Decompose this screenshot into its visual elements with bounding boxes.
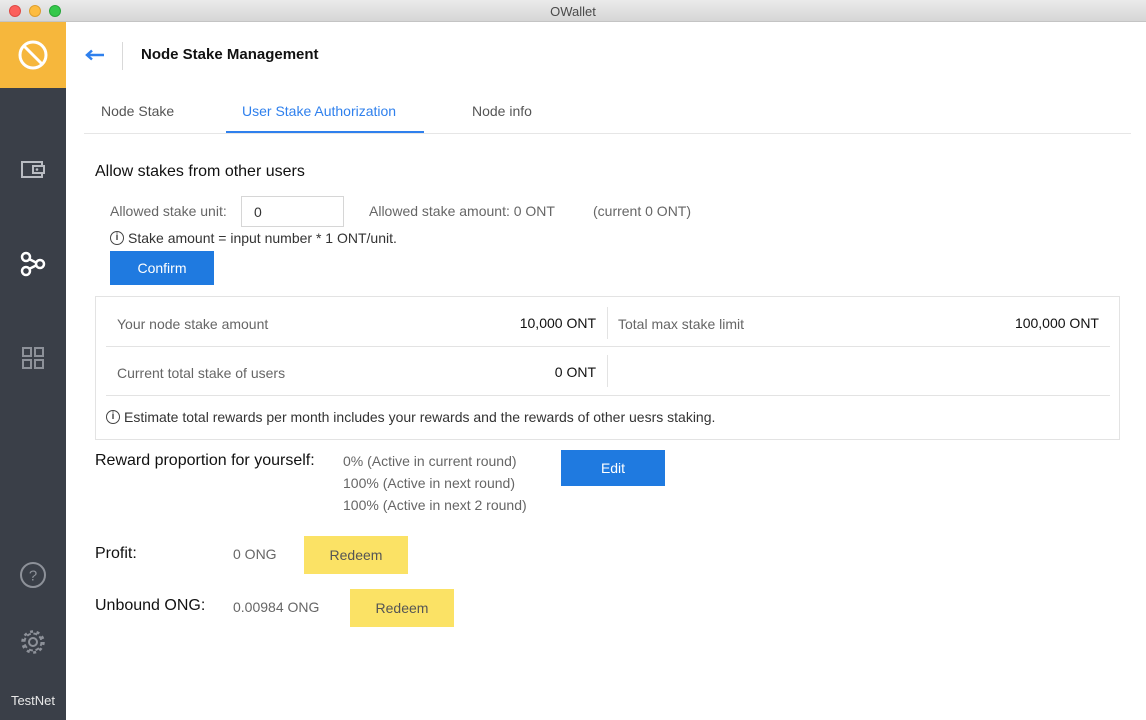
info-icon: i — [106, 410, 120, 424]
info-icon: i — [110, 231, 124, 245]
users-total-stake-value: 0 ONT — [554, 364, 596, 380]
tab-node-stake[interactable]: Node Stake — [101, 103, 174, 119]
app-window: OWallet ? TestNet Node Stake Management … — [0, 0, 1146, 720]
header-divider — [122, 42, 123, 70]
profit-label: Profit: — [95, 545, 137, 562]
page-title: Node Stake Management — [141, 46, 319, 63]
stat-divider — [607, 307, 608, 339]
node-icon[interactable] — [17, 248, 49, 280]
stat-row-divider — [106, 395, 1110, 396]
stake-unit-input[interactable] — [241, 196, 344, 227]
users-total-stake-label: Current total stake of users — [117, 365, 286, 381]
unbound-ong-label: Unbound ONG: — [95, 597, 206, 614]
page-header: Node Stake Management — [66, 22, 1146, 88]
active-tab-indicator — [226, 131, 424, 133]
apps-grid-icon[interactable] — [17, 342, 49, 374]
help-icon[interactable]: ? — [17, 559, 49, 591]
redeem-profit-button[interactable]: Redeem — [304, 536, 408, 574]
stat-divider — [607, 355, 608, 387]
stake-hint: i Stake amount = input number * 1 ONT/un… — [110, 230, 397, 246]
tab-user-stake-authorization[interactable]: User Stake Authorization — [242, 103, 396, 119]
ontology-logo-icon[interactable] — [0, 22, 66, 88]
profit-value: 0 ONG — [233, 546, 277, 562]
stake-stats-panel: Your node stake amount 10,000 ONT Total … — [95, 296, 1120, 440]
stake-unit-label: Allowed stake unit: — [110, 203, 227, 219]
allowed-stake-amount: Allowed stake amount: 0 ONT — [369, 203, 555, 219]
tab-bar: Node Stake User Stake Authorization Node… — [84, 88, 1131, 134]
max-stake-limit-label: Total max stake limit — [618, 316, 745, 332]
title-bar: OWallet — [0, 0, 1146, 22]
stat-row-divider — [106, 346, 1110, 347]
back-arrow-icon — [85, 49, 104, 61]
wallet-icon[interactable] — [17, 154, 49, 186]
rewards-note-text: Estimate total rewards per month include… — [124, 409, 716, 425]
reward-line: 100% (Active in next round) — [343, 475, 515, 491]
reward-line: 100% (Active in next 2 round) — [343, 497, 527, 513]
network-label: TestNet — [10, 693, 56, 708]
rewards-note: i Estimate total rewards per month inclu… — [106, 409, 715, 425]
confirm-button[interactable]: Confirm — [110, 251, 214, 285]
tab-node-info[interactable]: Node info — [472, 103, 532, 119]
window-title: OWallet — [550, 4, 596, 19]
node-stake-value: 10,000 ONT — [519, 315, 596, 331]
svg-text:?: ? — [29, 568, 37, 585]
edit-button[interactable]: Edit — [561, 450, 665, 486]
reward-line: 0% (Active in current round) — [343, 453, 517, 469]
node-stake-label: Your node stake amount — [117, 316, 269, 332]
settings-icon[interactable] — [17, 626, 49, 658]
unbound-ong-value: 0.00984 ONG — [233, 599, 320, 615]
current-stake-amount: (current 0 ONT) — [593, 203, 692, 219]
allow-stakes-title: Allow stakes from other users — [95, 163, 305, 180]
back-button[interactable] — [84, 44, 106, 66]
sidebar: ? TestNet — [0, 22, 66, 720]
max-stake-limit-value: 100,000 ONT — [1014, 315, 1099, 331]
reward-proportion-label: Reward proportion for yourself: — [95, 452, 315, 469]
redeem-unbound-button[interactable]: Redeem — [350, 589, 454, 627]
stake-hint-text: Stake amount = input number * 1 ONT/unit… — [128, 230, 397, 246]
